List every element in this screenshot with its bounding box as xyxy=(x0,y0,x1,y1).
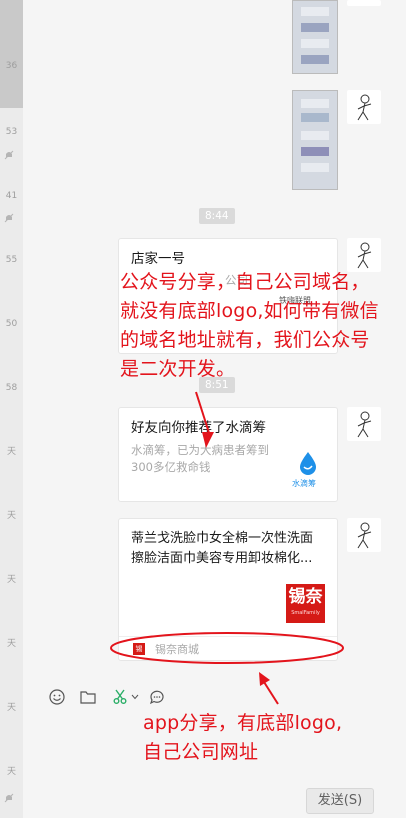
annotation-text-bottom-1: app分享，有底部logo, xyxy=(143,712,343,734)
chevron-down-icon[interactable] xyxy=(131,694,139,700)
emoji-icon[interactable] xyxy=(48,688,66,706)
scissors-icon[interactable] xyxy=(112,688,130,706)
chat-history-icon[interactable] xyxy=(148,688,166,706)
send-button[interactable]: 发送(S) xyxy=(306,788,374,814)
annotation-text-bottom-2: 自己公司网址 xyxy=(143,741,259,763)
folder-icon[interactable] xyxy=(79,688,97,706)
